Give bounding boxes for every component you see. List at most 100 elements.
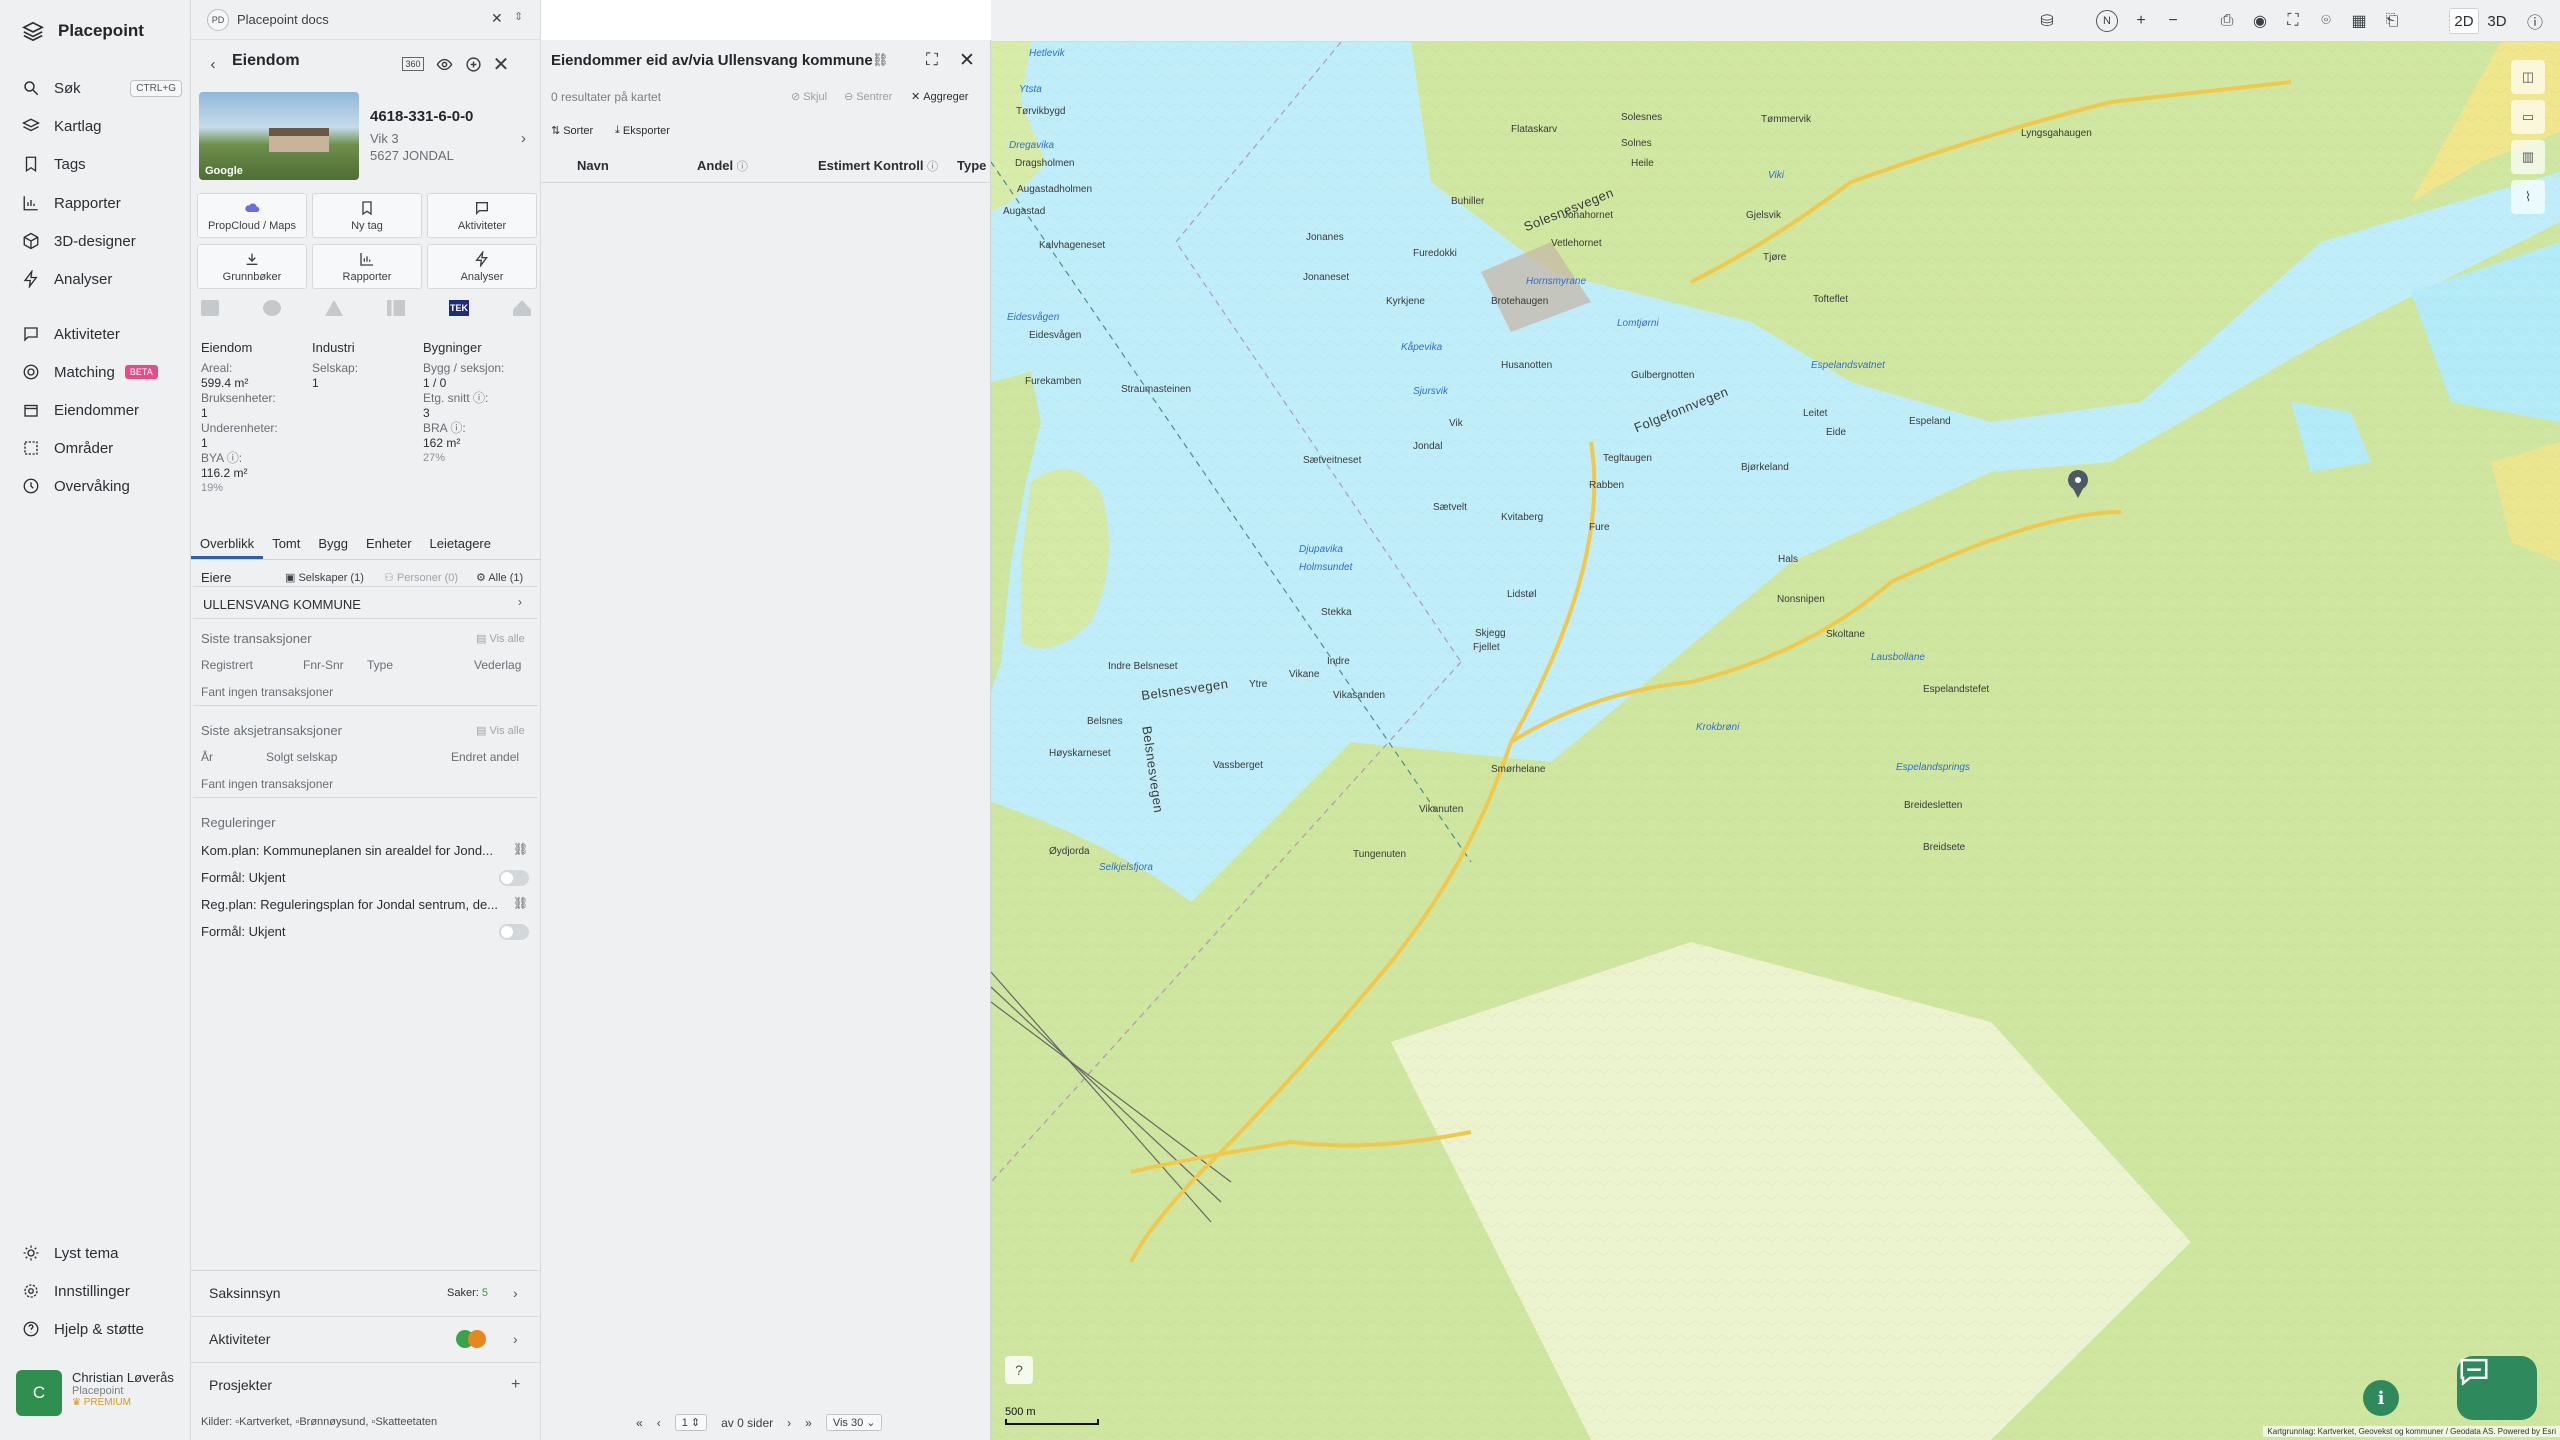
nav-item-search[interactable]: Søk CTRL+G <box>22 74 182 102</box>
sort-button[interactable]: ⇅ Sorter <box>551 124 593 138</box>
add-project-button[interactable]: + <box>511 1376 520 1394</box>
grunnboker-button[interactable]: Grunnbøker <box>197 244 307 289</box>
brand-logo[interactable]: Placepoint <box>22 20 144 42</box>
source-tree-icon[interactable] <box>325 300 343 316</box>
accordion-saksinnsyn[interactable]: Saksinnsyn Saker: 5 › <box>191 1270 541 1314</box>
prev-page-icon[interactable]: ‹ <box>657 1416 661 1430</box>
property-address-block[interactable]: 4618-331-6-0-0 Vik 3 5627 JONDAL <box>370 108 473 163</box>
compass-button[interactable]: N <box>2096 10 2118 32</box>
fullscreen-icon[interactable]: ⛶ <box>2283 11 2303 31</box>
source-skatteetaten[interactable]: Skatteetaten <box>375 1416 437 1428</box>
map-profile-tool-icon[interactable]: ⌇ <box>2511 180 2545 214</box>
tab-leietagere[interactable]: Leietagere <box>421 534 500 559</box>
tab-enheter[interactable]: Enheter <box>357 534 421 559</box>
nav-item-lyst-tema[interactable]: Lyst tema <box>22 1239 182 1267</box>
column-header-estimert[interactable]: Estimert Kontroll ⓘ <box>818 158 938 174</box>
chevron-right-icon[interactable]: › <box>518 595 522 609</box>
close-panel-icon[interactable]: ✕ <box>491 54 511 76</box>
show-all-link[interactable]: ▤ Vis alle <box>476 724 525 737</box>
close-icon[interactable]: ✕ <box>959 49 975 72</box>
street-view-thumbnail[interactable]: Google <box>199 92 359 180</box>
center-button[interactable]: ⊖ Sentrer <box>844 90 892 104</box>
source-globe-icon[interactable] <box>263 300 281 316</box>
column-header-type[interactable]: Type <box>957 158 986 173</box>
tek-badge[interactable]: TEK <box>449 300 469 316</box>
source-kartverket[interactable]: Kartverket <box>239 1416 289 1428</box>
propcloud-button[interactable]: PropCloud / Maps <box>197 193 307 238</box>
zoom-out-button[interactable]: − <box>2163 11 2183 31</box>
zoom-in-button[interactable]: + <box>2131 11 2151 31</box>
column-header-andel[interactable]: Andel ⓘ <box>697 158 748 174</box>
info-button[interactable]: i <box>2363 1380 2399 1416</box>
add-circle-icon[interactable] <box>463 54 483 74</box>
nav-item-matching[interactable]: Matching BETA <box>22 358 182 386</box>
analyses-button[interactable]: Analyser <box>427 244 537 289</box>
info-icon[interactable]: ⓘ <box>2525 11 2545 32</box>
map-chart-tool-icon[interactable]: ▥ <box>2511 140 2545 174</box>
nav-item-overvaking[interactable]: Overvåking <box>22 472 182 500</box>
source-bronnoysund[interactable]: Brønnøysund <box>299 1416 365 1428</box>
link-icon[interactable]: ⛓ <box>513 842 528 856</box>
show-all-link[interactable]: ▤ Vis alle <box>476 632 525 645</box>
nav-item-innstillinger[interactable]: Innstillinger <box>22 1277 182 1305</box>
nav-item-analyser[interactable]: Analyser <box>22 265 182 293</box>
link-icon[interactable]: ⛓ <box>513 896 528 910</box>
map-layer-tool-icon[interactable]: ◫ <box>2511 60 2545 94</box>
reports-button[interactable]: Rapporter <box>312 244 422 289</box>
next-page-icon[interactable]: › <box>787 1416 791 1430</box>
view-2d-button[interactable]: 2D <box>2449 8 2479 34</box>
nav-item-tags[interactable]: Tags <box>22 150 182 178</box>
workspace-selector[interactable]: PD Placepoint docs ✕ ⇕ <box>191 0 541 40</box>
back-arrow-icon[interactable]: ‹ <box>203 54 223 74</box>
360-view-icon[interactable]: 360 <box>402 57 424 71</box>
regulation-toggle[interactable] <box>499 924 529 940</box>
nav-item-omrader[interactable]: Områder <box>22 434 182 462</box>
accordion-prosjekter[interactable]: Prosjekter + <box>191 1362 541 1406</box>
filter-persons[interactable]: ⚇ Personer (0) <box>384 571 458 584</box>
nav-item-hjelp[interactable]: Hjelp & støtte <box>22 1315 182 1343</box>
filter-companies[interactable]: ▣ Selskaper (1) <box>285 571 364 584</box>
activities-button[interactable]: Aktiviteter <box>427 193 537 238</box>
chevron-updown-icon[interactable]: ⇕ <box>514 10 523 23</box>
camera-icon[interactable]: ⌾ <box>2316 11 2336 31</box>
export-button[interactable]: ⤓ Eksporter <box>615 124 670 137</box>
nav-item-rapporter[interactable]: Rapporter <box>22 189 182 217</box>
nav-item-aktiviteter[interactable]: Aktiviteter <box>22 320 182 348</box>
map-canvas[interactable]: Tørvikbygd Augastadholmen Augastad Drags… <box>991 42 2560 1440</box>
expand-icon[interactable]: ⛶ <box>926 50 938 70</box>
map-measure-tool-icon[interactable]: ▭ <box>2511 100 2545 134</box>
map-help-button[interactable]: ? <box>1005 1356 1033 1384</box>
first-page-icon[interactable]: « <box>636 1416 643 1430</box>
print-icon[interactable]: ⎙ <box>2217 11 2237 31</box>
eye-icon[interactable]: ◉ <box>2250 11 2270 31</box>
nav-item-3d-designer[interactable]: 3D-designer <box>22 227 182 255</box>
hide-button[interactable]: ⊘ Skjul <box>791 90 827 104</box>
page-size-select[interactable]: Vis 30 ⌄ <box>825 1414 883 1431</box>
source-br-icon[interactable] <box>201 300 219 316</box>
last-page-icon[interactable]: » <box>805 1416 812 1430</box>
chat-support-button[interactable] <box>2457 1356 2537 1420</box>
user-profile[interactable]: C Christian Løverås Placepoint ♛ PREMIUM <box>16 1370 181 1422</box>
accordion-aktiviteter[interactable]: Aktiviteter › <box>191 1316 541 1360</box>
tab-bygg[interactable]: Bygg <box>309 534 357 559</box>
source-bars-icon[interactable] <box>387 300 405 316</box>
chevron-right-icon[interactable]: › <box>521 130 526 147</box>
source-home-icon[interactable] <box>513 300 531 316</box>
nav-item-kartlag[interactable]: Kartlag <box>22 112 182 140</box>
filter-all[interactable]: ⚙ Alle (1) <box>476 571 523 584</box>
regulation-toggle[interactable] <box>499 870 529 886</box>
layers-stack-icon[interactable]: ⛁ <box>2037 11 2057 31</box>
tab-tomt[interactable]: Tomt <box>263 534 309 559</box>
aggregate-button[interactable]: ✕ Aggreger <box>911 90 968 104</box>
column-header-navn[interactable]: Navn <box>577 158 609 173</box>
view-3d-button[interactable]: 3D <box>2482 8 2512 34</box>
regulation-plan[interactable]: Reg.plan: Reguleringsplan for Jondal sen… <box>201 897 498 912</box>
close-icon[interactable]: ✕ <box>491 10 503 27</box>
grid-icon[interactable]: ▦ <box>2349 11 2369 31</box>
regulation-plan[interactable]: Kom.plan: Kommuneplanen sin arealdel for… <box>201 843 493 858</box>
bookmark-icon[interactable]: ⎗ <box>2382 11 2402 31</box>
eye-icon[interactable] <box>434 54 454 74</box>
page-select[interactable]: 1 ⇕ <box>674 1414 708 1431</box>
tab-overblikk[interactable]: Overblikk <box>191 534 264 559</box>
owner-name[interactable]: ULLENSVANG KOMMUNE <box>203 597 361 612</box>
